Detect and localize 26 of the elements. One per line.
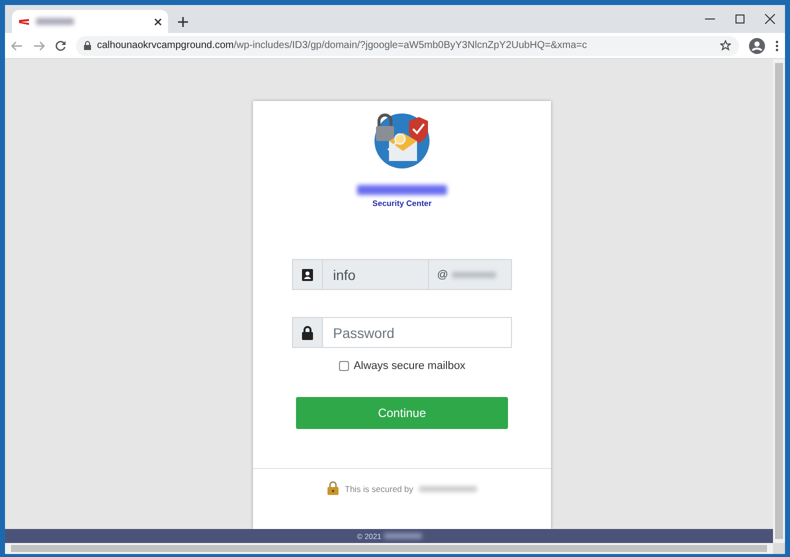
close-icon[interactable] <box>154 18 162 26</box>
checkbox-label: Always secure mailbox <box>354 360 466 372</box>
reload-icon[interactable] <box>55 40 66 51</box>
tab-favicon-icon <box>18 18 30 26</box>
blurred-tab-title <box>36 18 74 25</box>
star-icon[interactable] <box>720 40 731 51</box>
password-field[interactable]: Password <box>323 317 512 348</box>
vertical-scrollbar[interactable] <box>773 59 785 543</box>
address-bar[interactable]: calhounaokrvcampground.com/wp-includes/ID3/gp/domain/?jgoogle=aW5mb0ByY3NlcnZpY2UubHQ=&xma=c <box>76 36 739 56</box>
checkbox[interactable] <box>338 361 349 371</box>
lock-icon <box>302 326 313 340</box>
padlock-icon <box>326 481 339 496</box>
account-icon[interactable] <box>749 38 765 54</box>
close-icon[interactable] <box>765 14 775 24</box>
horizontal-scrollbar[interactable] <box>5 543 773 554</box>
contact-card-icon <box>302 268 313 280</box>
secured-note: This is secured by <box>344 484 414 494</box>
blurred-text <box>419 486 478 492</box>
maximize-icon[interactable] <box>735 14 745 24</box>
lock-icon <box>84 41 91 50</box>
new-tab-plus-icon[interactable] <box>178 17 188 27</box>
menu-icon[interactable] <box>775 40 779 52</box>
domain-field: @ <box>429 260 511 289</box>
subtitle: Security Center <box>372 199 432 208</box>
security-logo-drawing <box>373 113 431 169</box>
username-field[interactable]: info <box>323 260 429 289</box>
